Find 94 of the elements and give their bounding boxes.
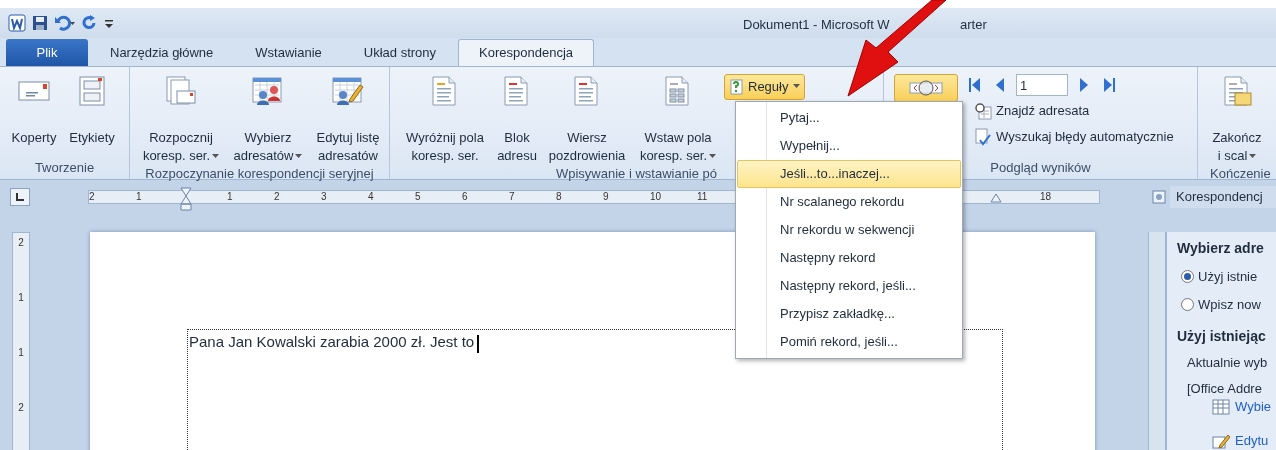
find-icon — [974, 102, 992, 120]
right-indent-icon[interactable] — [990, 193, 1002, 203]
ribbon-button[interactable]: Wstaw pola koresp. ser. — [634, 67, 722, 165]
ribbon-tab[interactable]: Narzędzia główne — [90, 39, 234, 66]
ruler-number: 2 — [18, 236, 24, 250]
ruler-number: 8 — [556, 191, 562, 203]
ruler-number: 18 — [1040, 191, 1052, 203]
info-text: [Office Addre — [1187, 379, 1263, 398]
record-field[interactable]: 1 — [1016, 74, 1068, 96]
redo-icon[interactable] — [82, 15, 98, 31]
ribbon-button[interactable]: Wyszukaj błędy automatycznie — [974, 124, 1197, 150]
first-record-icon[interactable] — [968, 77, 982, 93]
file-tab[interactable]: Plik — [6, 39, 88, 66]
pane-icon[interactable] — [1152, 190, 1166, 204]
ruler-number: 5 — [415, 191, 421, 203]
scrollbar[interactable] — [1148, 232, 1166, 450]
menu-item[interactable]: Nr rekordu w sekwencji — [737, 216, 961, 244]
caret-icon — [709, 153, 717, 158]
ruler-number: 10 — [650, 191, 662, 203]
ruler-number: 7 — [509, 191, 515, 203]
caret-icon — [1249, 153, 1257, 158]
check-document-icon — [974, 128, 992, 146]
menu-item[interactable]: Następny rekord, jeśli... — [737, 272, 961, 300]
text-cursor — [477, 334, 480, 353]
ruler-number: 9 — [603, 191, 609, 203]
ruler-number: 2 — [18, 401, 24, 415]
ruler-number: 11 — [697, 191, 708, 203]
ruler-number: 1 — [18, 291, 24, 305]
ribbon-button[interactable]: Koperty — [6, 67, 62, 159]
pane-link[interactable]: Edytu — [1212, 431, 1269, 450]
documents-icon — [165, 75, 197, 107]
ruler-number: 1 — [227, 191, 233, 203]
group-label: Rozpoczynanie korespondencji seryjnej — [145, 166, 374, 181]
rules-button[interactable]: Reguły — [724, 74, 806, 100]
window-title: arter — [960, 16, 987, 34]
people-list-icon — [252, 75, 284, 107]
window-title: Dokument1 - Microsoft W — [743, 16, 890, 34]
ruler-number: 2 — [274, 191, 280, 203]
menu-item[interactable]: Nr scalanego rekordu — [737, 188, 961, 216]
ribbon-button[interactable]: Rozpocznij koresp. ser. — [136, 67, 226, 165]
info-text: Aktualnie wyb — [1187, 354, 1269, 372]
group-label: Wpisywanie i wstawianie pó — [555, 166, 718, 181]
menu-item[interactable]: Przypisz zakładkę... — [737, 300, 961, 328]
menu-item[interactable]: Jeśli...to...inaczej... — [737, 160, 961, 188]
last-record-icon[interactable] — [1102, 77, 1116, 93]
radio-button[interactable] — [1181, 270, 1194, 284]
option-label: Użyj istnie — [1198, 268, 1258, 286]
ribbon-button[interactable]: Wiersz pozdrowienia — [540, 67, 634, 165]
ruler-number: 1 — [18, 346, 24, 360]
menu-item[interactable]: Następny rekord — [737, 244, 961, 272]
preview-results-button[interactable] — [894, 74, 958, 102]
printer-envelope-icon — [1221, 75, 1253, 107]
section-heading: Użyj istniejąc — [1177, 327, 1267, 346]
ribbon-tab[interactable]: Układ strony — [343, 39, 457, 66]
ruler-number: 1 — [136, 191, 142, 203]
ribbon-tab[interactable]: Wstawianie — [235, 39, 342, 66]
pane-header: Korespondencj — [1170, 186, 1276, 208]
pane-link[interactable]: Wybie — [1212, 397, 1271, 417]
ribbon-tab[interactable]: Korespondencja — [458, 39, 595, 66]
group-label: Tworzenie — [34, 160, 95, 175]
section-heading: Wybierz adre — [1177, 239, 1265, 258]
ribbon-button[interactable]: Wybierz adresatów — [226, 67, 310, 165]
caret-icon — [295, 153, 303, 158]
document-text: Pana Jan Kowalski zarabia 2000 zł. Jest to — [189, 333, 475, 350]
radio-button[interactable] — [1181, 297, 1194, 311]
ribbon-button[interactable]: Wyróżnij pola koresp. ser. — [396, 67, 494, 165]
word-logo-icon[interactable] — [8, 14, 26, 32]
option-label: Wpisz now — [1198, 295, 1261, 314]
ruler-number: 4 — [368, 191, 374, 203]
menu-item[interactable]: Pytaj... — [737, 104, 961, 132]
menu-item[interactable]: Wypełnij... — [737, 132, 961, 160]
ribbon-button[interactable]: Zakończ i scal — [1202, 67, 1272, 165]
save-icon[interactable] — [32, 15, 48, 31]
edit-icon — [1212, 432, 1230, 449]
ruler-number: 3 — [321, 191, 327, 203]
ruler-number: 2 — [89, 191, 95, 203]
tab-stop-icon — [16, 193, 24, 201]
menu-item[interactable]: Pomiń rekord, jeśli... — [737, 328, 961, 356]
magnifier-icon — [908, 79, 944, 97]
rules-icon — [729, 79, 745, 95]
labels-icon — [76, 75, 108, 107]
ribbon-button[interactable]: Etykiety — [62, 67, 122, 159]
group-label: Kończenie — [1209, 165, 1272, 183]
tab-selector[interactable] — [10, 188, 30, 206]
edit-list-icon — [332, 75, 364, 107]
indent-marker-icon[interactable] — [180, 187, 192, 211]
caret-icon — [212, 153, 220, 158]
ruler-number: 6 — [462, 191, 468, 203]
ribbon-button[interactable]: Edytuj listę adresatów — [310, 67, 386, 165]
ribbon-button[interactable]: Znajdź adresata — [974, 98, 1197, 124]
caret-icon — [793, 84, 801, 88]
undo-icon[interactable] — [54, 15, 76, 31]
ribbon-button[interactable]: Blok adresu — [494, 67, 540, 165]
table-icon — [1212, 398, 1230, 415]
